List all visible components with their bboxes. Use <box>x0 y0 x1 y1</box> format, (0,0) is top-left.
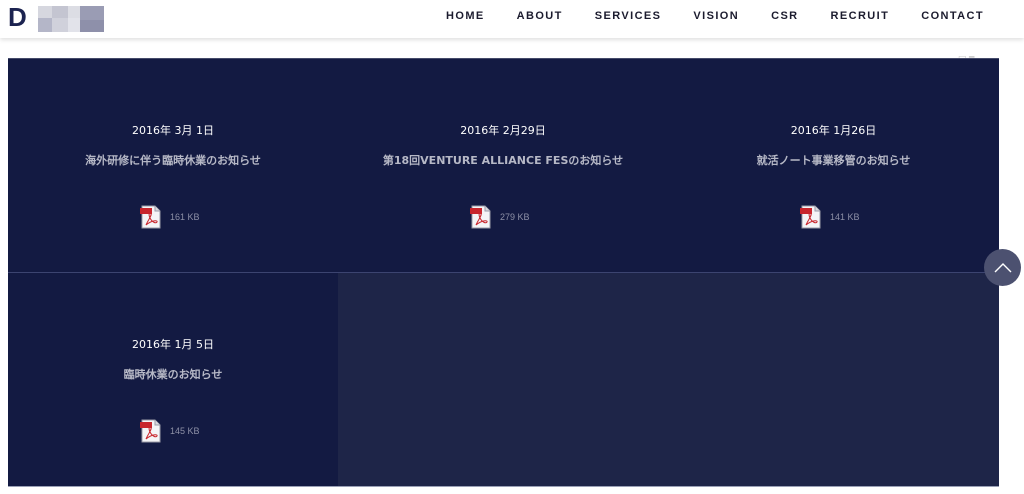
file-size: 161 KB <box>170 212 200 222</box>
logo-pixel-block <box>52 18 68 32</box>
news-date: 2016年 2月29日 <box>460 124 546 137</box>
news-card: 2016年 3月 1日 海外研修に伴う臨時休業のお知らせ 161 KB <box>8 59 338 273</box>
logo-pixel-block <box>80 6 104 20</box>
news-card: 2016年 1月 5日 臨時休業のお知らせ 145 KB <box>8 273 338 487</box>
pdf-download-link[interactable]: 279 KB <box>470 205 530 229</box>
bottom-divider <box>8 486 999 487</box>
file-size: 279 KB <box>500 212 530 222</box>
news-date: 2016年 1月 5日 <box>132 338 214 351</box>
nav-contact[interactable]: CONTACT <box>921 10 984 22</box>
nav-recruit[interactable]: RECRUIT <box>831 10 890 22</box>
pdf-icon <box>140 419 161 443</box>
logo-pixel-block <box>68 18 80 32</box>
pdf-download-link[interactable]: 161 KB <box>140 205 200 229</box>
news-card: 2016年 2月29日 第18回VENTURE ALLIANCE FESのお知ら… <box>338 59 668 273</box>
logo-letter: D <box>8 2 27 32</box>
nav-vision[interactable]: VISION <box>693 10 739 22</box>
pdf-download-link[interactable]: 141 KB <box>800 205 860 229</box>
news-title-link[interactable]: 海外研修に伴う臨時休業のお知らせ <box>8 152 338 168</box>
site-logo[interactable]: D <box>8 3 108 37</box>
logo-pixel-block <box>52 6 68 18</box>
logo-pixel-block <box>80 20 104 32</box>
logo-pixel-block <box>38 6 52 18</box>
news-title-link[interactable]: 就活ノート事業移管のお知らせ <box>668 152 999 168</box>
nav-about[interactable]: ABOUT <box>517 10 563 22</box>
nav-csr[interactable]: CSR <box>771 10 798 22</box>
pdf-download-link[interactable]: 145 KB <box>140 419 200 443</box>
news-title-link[interactable]: 第18回VENTURE ALLIANCE FESのお知らせ <box>338 152 668 168</box>
news-title-link[interactable]: 臨時休業のお知らせ <box>8 366 338 382</box>
file-size: 141 KB <box>830 212 860 222</box>
main-nav: HOME ABOUT SERVICES VISION CSR RECRUIT C… <box>414 0 984 32</box>
scroll-top-button[interactable] <box>984 249 1021 286</box>
pdf-icon <box>140 205 161 229</box>
pdf-icon <box>470 205 491 229</box>
logo-pixel-block <box>68 6 80 18</box>
news-card: 2016年 1月26日 就活ノート事業移管のお知らせ 141 KB <box>668 59 999 273</box>
file-size: 145 KB <box>170 426 200 436</box>
news-date: 2016年 1月26日 <box>790 124 877 137</box>
nav-home[interactable]: HOME <box>446 10 485 22</box>
site-header: D HOME ABOUT SERVICES VISION CSR RECRUIT… <box>0 0 1024 38</box>
nav-services[interactable]: SERVICES <box>595 10 662 22</box>
news-date: 2016年 3月 1日 <box>132 124 214 137</box>
news-panel: 2016年 3月 1日 海外研修に伴う臨時休業のお知らせ 161 KB 2016… <box>8 58 999 487</box>
pdf-icon <box>800 205 821 229</box>
chevron-up-icon <box>994 262 1011 272</box>
logo-pixel-block <box>38 18 52 32</box>
